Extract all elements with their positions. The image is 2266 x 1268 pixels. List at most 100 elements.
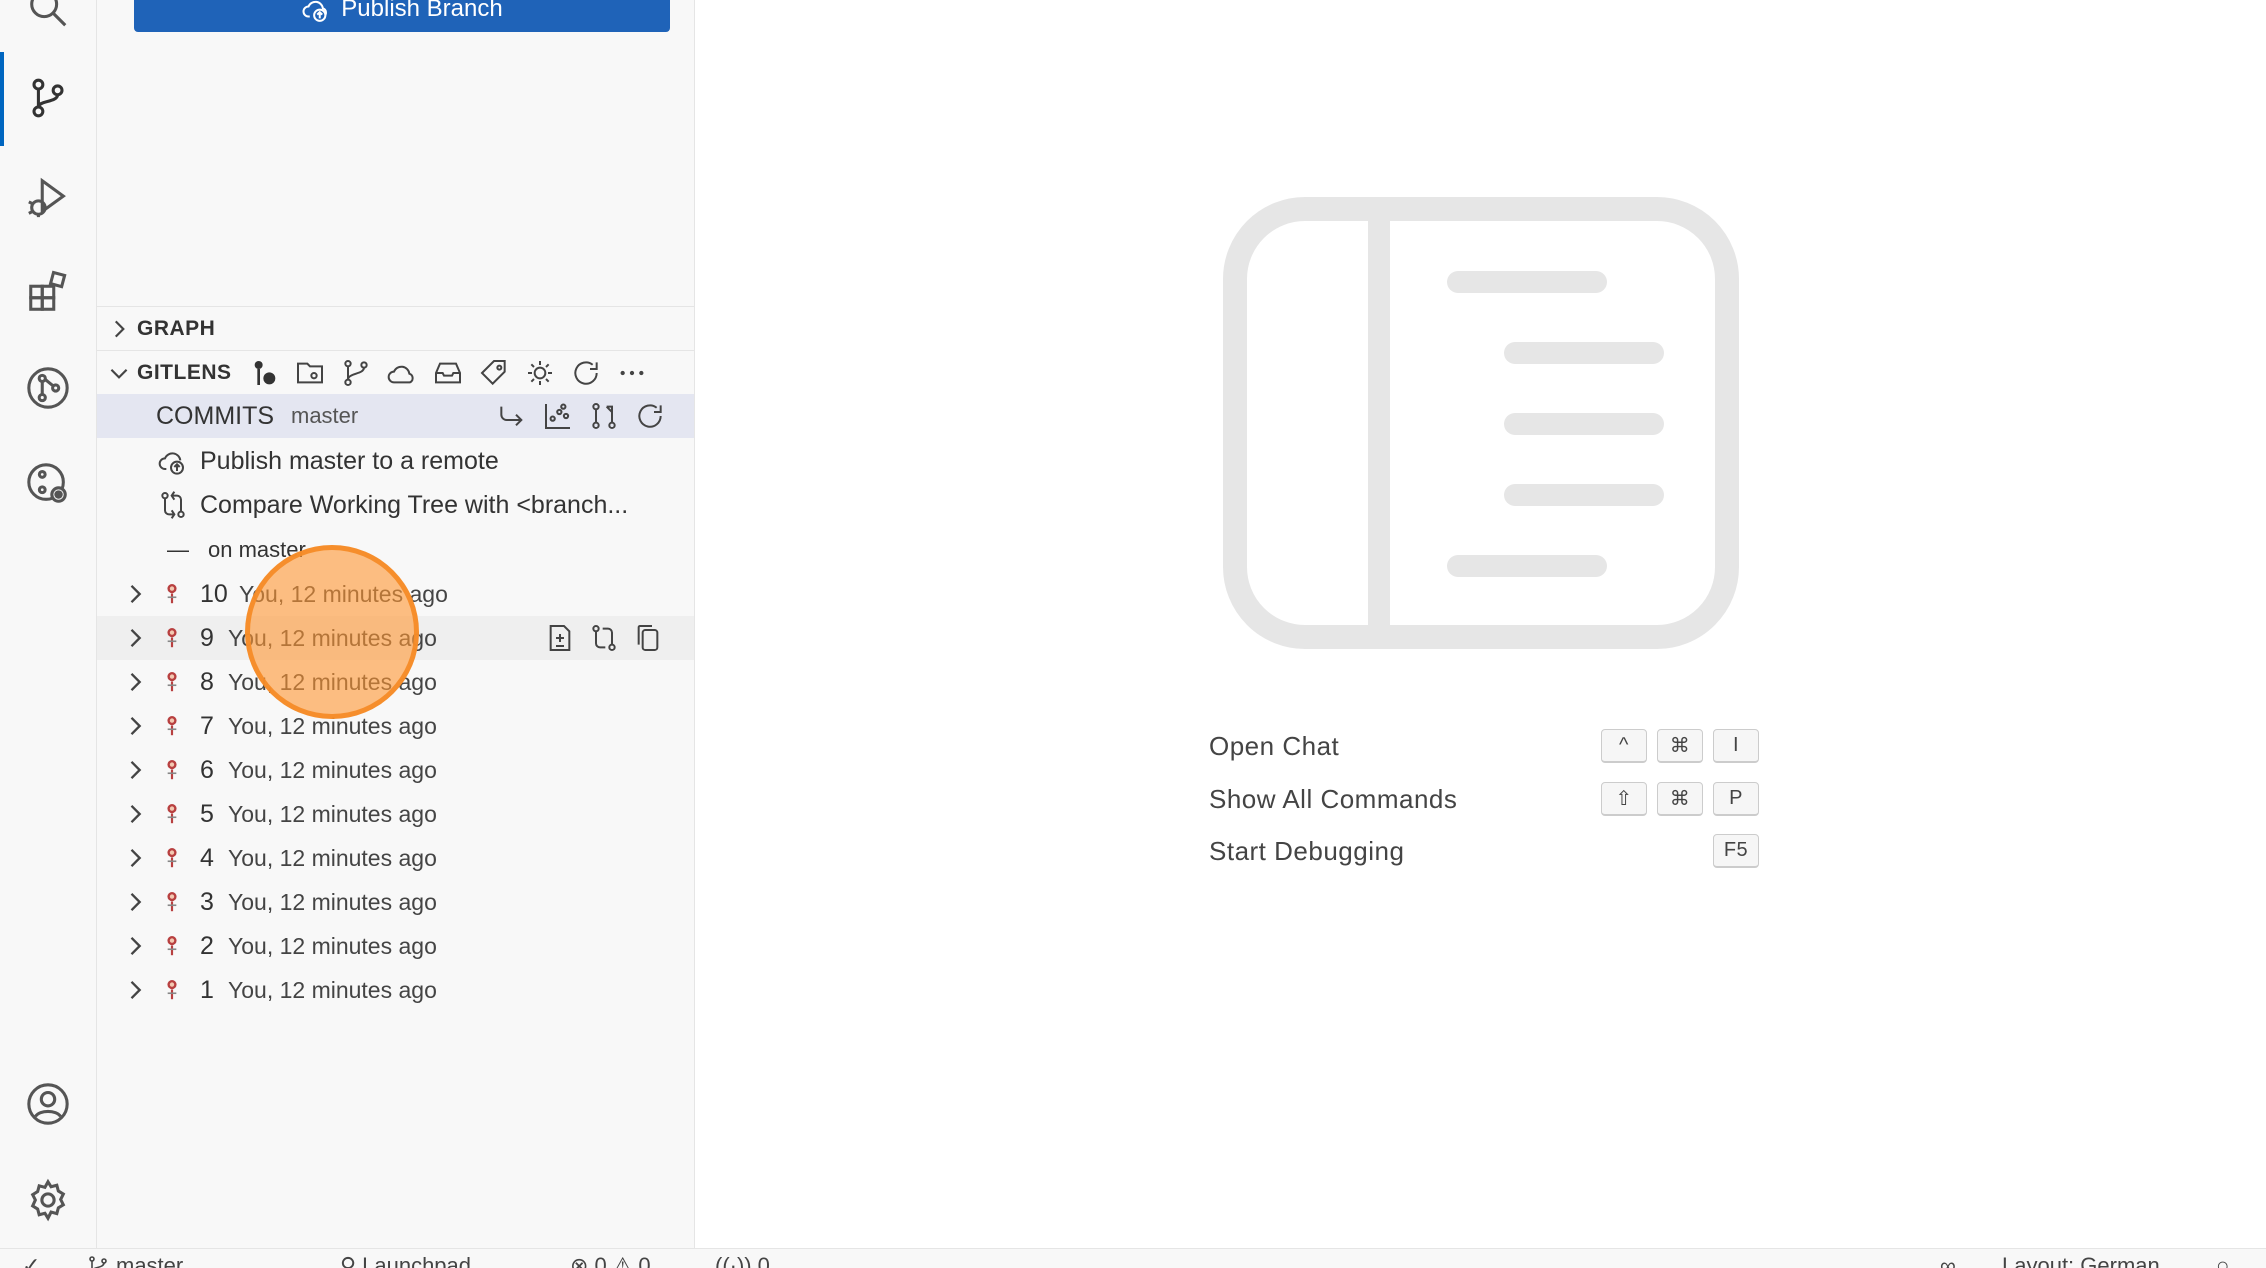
problems-status[interactable]: ⊗ 0 ⚠ 0 [570,1253,651,1268]
keycap: ⇧ [1601,782,1647,816]
commit-avatar-icon [167,760,177,780]
commit-description: You, 12 minutes ago [228,844,437,871]
compare-icon[interactable] [588,622,620,654]
commit-number: 8 [200,667,214,696]
commit-description: You, 12 minutes ago [228,888,437,915]
gitlens-section-header[interactable]: GITLENS [97,352,694,394]
commit-row[interactable]: 1 You, 12 minutes ago [97,968,694,1012]
commit-row[interactable]: 6 You, 12 minutes ago [97,748,694,792]
extensions-icon[interactable] [22,266,74,318]
copy-icon[interactable] [632,622,664,654]
notifications-icon[interactable]: ○ [2216,1253,2229,1268]
commit-number: 1 [200,975,214,1004]
search-icon[interactable] [22,0,74,34]
compare-working-tree-item[interactable]: Compare Working Tree with <branch... [97,483,694,527]
chevron-right-icon[interactable] [121,624,149,652]
run-debug-icon[interactable] [22,172,74,224]
branch-status[interactable]: master [86,1253,183,1268]
commit-avatar-icon [167,716,177,736]
commits-row-actions [496,400,666,432]
switch-branch-icon[interactable] [496,400,528,432]
open-changes-icon[interactable] [544,622,576,654]
graph-view-icon[interactable] [542,400,574,432]
commit-row[interactable]: 7 You, 12 minutes ago [97,704,694,748]
compare-branches-icon[interactable] [588,400,620,432]
launchpad-label: Launchpad [362,1253,472,1268]
refresh-icon[interactable] [634,400,666,432]
broadcast-icon: ((·)) [715,1253,752,1268]
graph-section-header[interactable]: GRAPH [97,308,694,350]
shortcut-label: Start Debugging [1209,835,1405,866]
publish-branch-button[interactable]: Publish Branch [134,0,670,32]
cloud-upload-icon [158,452,184,475]
chevron-right-icon[interactable] [121,712,149,740]
commit-number: 9 [200,623,214,652]
commits-branch: master [291,403,359,428]
commits-view-row[interactable]: COMMITS master [97,394,694,438]
ports-status[interactable]: ((·)) 0 [715,1253,770,1268]
source-control-icon[interactable] [22,72,74,124]
remote-icon[interactable]: ✓ [22,1253,40,1268]
shortcut-keys: ^ ⌘ I [1601,729,1759,763]
chevron-right-icon[interactable] [121,932,149,960]
worktrees-icon[interactable] [524,357,556,389]
commit-avatar-icon [167,672,177,692]
commit-number: 10 [200,579,228,608]
commit-row[interactable]: 4 You, 12 minutes ago [97,836,694,880]
commit-number: 7 [200,711,214,740]
editor-area: Open Chat ^ ⌘ I Show All Commands ⇧ ⌘ P Start De… [697,0,2266,1248]
chevron-right-icon[interactable] [121,844,149,872]
chevron-right-icon[interactable] [121,580,149,608]
commit-row[interactable]: 3 You, 12 minutes ago [97,880,694,924]
account-icon[interactable] [22,1078,74,1130]
active-indicator [0,52,4,146]
chevron-right-icon [101,316,137,342]
remotes-cloud-icon[interactable] [386,357,418,389]
repositories-icon[interactable] [294,357,326,389]
commit-avatar-icon [167,936,177,956]
divider [97,350,694,351]
commit-description: You, 12 minutes ago [228,800,437,827]
gitlens-icon[interactable] [22,362,74,414]
shortcut-row[interactable]: Start Debugging F5 [1209,831,1759,871]
more-icon[interactable] [616,357,648,389]
launchpad-status[interactable]: ⚲ Launchpad [340,1253,471,1268]
shortcut-label: Show All Commands [1209,783,1458,814]
commit-number: 4 [200,843,214,872]
cloud-upload-icon [302,0,328,22]
refresh-icon[interactable] [570,357,602,389]
publish-branch-label: Publish Branch [341,0,503,22]
commit-row[interactable]: 2 You, 12 minutes ago [97,924,694,968]
commit-avatar-icon [167,628,177,648]
commit-number: 3 [200,887,214,916]
shortcut-row[interactable]: Open Chat ^ ⌘ I [1209,726,1759,766]
commit-avatar-icon [167,980,177,1000]
shortcut-label: Open Chat [1209,730,1340,761]
shortcut-keys: ⇧ ⌘ P [1601,782,1759,816]
commit-description: You, 12 minutes ago [228,932,437,959]
branch-icon [89,1256,107,1268]
shortcut-keys: F5 [1713,834,1759,868]
commit-number: 5 [200,799,214,828]
tags-icon[interactable] [478,357,510,389]
publish-to-remote-item[interactable]: Publish master to a remote [97,439,694,483]
ports-count: 0 [757,1253,770,1268]
chevron-right-icon[interactable] [121,976,149,1004]
keyboard-layout-status[interactable]: Layout: German [2002,1253,2160,1268]
chevron-right-icon[interactable] [121,800,149,828]
chevron-right-icon[interactable] [121,756,149,784]
commit-number: 2 [200,931,214,960]
stashes-icon[interactable] [432,357,464,389]
commit-avatar-icon [167,584,177,604]
commit-row[interactable]: 5 You, 12 minutes ago [97,792,694,836]
shortcut-row[interactable]: Show All Commands ⇧ ⌘ P [1209,779,1759,819]
chevron-right-icon[interactable] [121,888,149,916]
copilot-icon[interactable]: ∞ [1940,1253,1956,1268]
branches-icon[interactable] [340,357,372,389]
commits-view-icon[interactable] [248,357,280,389]
gitlens-inspect-icon[interactable] [22,458,74,510]
gear-icon[interactable] [22,1174,74,1226]
commit-description: You, 12 minutes ago [228,976,437,1003]
compare-working-tree-label: Compare Working Tree with <branch... [200,490,629,519]
chevron-right-icon[interactable] [121,668,149,696]
